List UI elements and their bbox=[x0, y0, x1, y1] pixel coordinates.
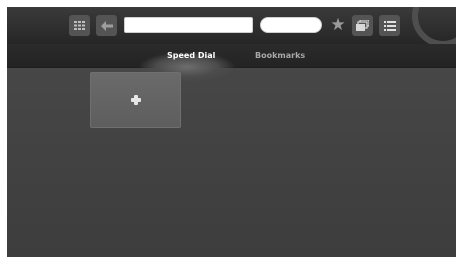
menu-button[interactable] bbox=[379, 15, 400, 36]
back-arrow-icon bbox=[100, 20, 113, 31]
plus-icon bbox=[131, 95, 141, 105]
tabs-icon bbox=[356, 20, 369, 31]
browser-screen: ★ Speed Dial Bookmarks bbox=[7, 7, 456, 257]
toolbar: ★ bbox=[7, 7, 456, 47]
address-bar-input[interactable] bbox=[124, 17, 253, 33]
search-input[interactable] bbox=[260, 17, 322, 33]
menu-list-icon bbox=[383, 20, 396, 31]
tab-bookmarks[interactable]: Bookmarks bbox=[255, 50, 305, 62]
tab-bar bbox=[7, 44, 456, 82]
bookmark-star-button[interactable]: ★ bbox=[327, 14, 349, 36]
back-button[interactable] bbox=[96, 15, 117, 36]
grid-icon bbox=[74, 21, 85, 30]
browser-logo-icon bbox=[412, 7, 456, 47]
tabs-button[interactable] bbox=[352, 15, 373, 36]
tab-speed-dial[interactable]: Speed Dial bbox=[167, 50, 215, 62]
add-speed-dial-button[interactable] bbox=[90, 72, 181, 128]
star-icon: ★ bbox=[330, 15, 346, 35]
apps-grid-button[interactable] bbox=[69, 15, 90, 36]
